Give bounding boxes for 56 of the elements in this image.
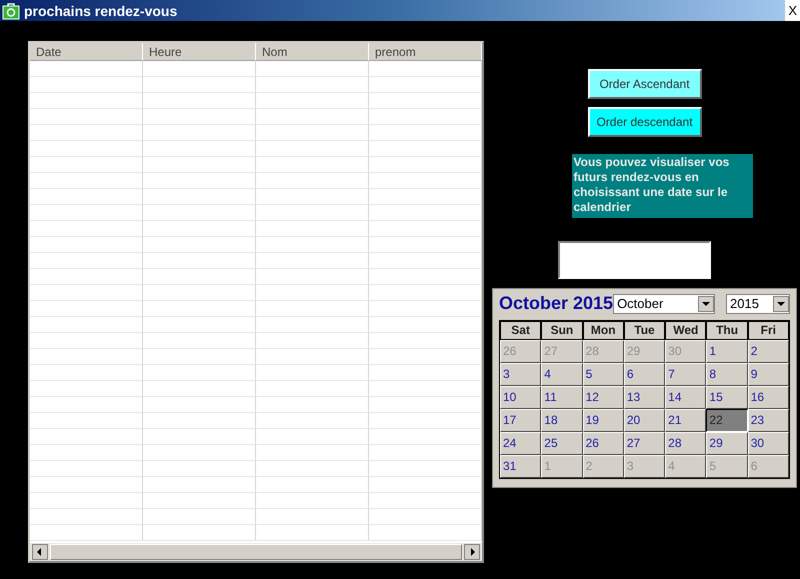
weekday-header: Sat [500,321,542,340]
calendar-day[interactable]: 28 [665,432,706,455]
calendar-day[interactable]: 8 [706,363,748,386]
column-header[interactable]: prenom [369,43,482,61]
scroll-right-icon[interactable] [464,544,480,560]
weekday-header: Tue [624,321,666,340]
calendar-day[interactable]: 4 [541,363,583,386]
weekday-header: Wed [665,321,706,340]
window-title: prochains rendez-vous [24,2,178,18]
calendar-day[interactable]: 5 [582,363,624,386]
calendar-day[interactable]: 25 [541,432,583,455]
calendar-day[interactable]: 29 [706,432,748,455]
weekday-header: Sun [541,321,583,340]
weekday-header: Fri [748,321,789,340]
calendar-day[interactable]: 20 [624,409,666,432]
calendar-day[interactable]: 6 [624,363,666,386]
order-button[interactable]: Order Ascendant [588,69,702,99]
calendar-day[interactable]: 14 [665,386,706,409]
year-dropdown[interactable]: 2015 [726,294,790,314]
calendar-day[interactable]: 16 [748,386,789,409]
calendar-day[interactable]: 12 [582,386,624,409]
calendar-day[interactable]: 17 [500,409,542,432]
calendar-day[interactable]: 19 [582,409,624,432]
bag-icon [2,2,20,20]
info-text: Vous pouvez visualiser vos futurs rendez-vous en choisissant une date sur le calendrier [572,154,752,218]
scroll-left-icon[interactable] [32,544,48,560]
calendar-day[interactable]: 11 [541,386,583,409]
calendar-day[interactable]: 31 [500,455,542,478]
calendar-day[interactable]: 22 [706,409,748,432]
calendar-day[interactable]: 7 [665,363,706,386]
calendar-day[interactable]: 26 [582,432,624,455]
calendar-day[interactable]: 9 [748,363,789,386]
calendar-day[interactable]: 27 [624,432,666,455]
close-button[interactable]: X [785,0,800,21]
calendar-day[interactable]: 3 [500,363,542,386]
column-header[interactable]: Heure [143,43,256,61]
calendar-day[interactable]: 10 [500,386,542,409]
calendar-day[interactable]: 23 [748,409,789,432]
column-header[interactable]: Date [30,43,143,61]
weekday-header: Mon [582,321,624,340]
horizontal-scrollbar[interactable] [30,543,482,561]
calendar-day[interactable]: 24 [500,432,542,455]
weekday-header: Thu [706,321,748,340]
date-input[interactable] [558,241,711,279]
column-header[interactable]: Nom [256,43,369,61]
calendar-day[interactable]: 18 [541,409,583,432]
calendar-day[interactable]: 30 [748,432,789,455]
month-dropdown[interactable]: October [613,294,716,314]
calendar-day[interactable]: 13 [624,386,666,409]
scroll-thumb[interactable] [50,544,462,560]
calendar-day[interactable]: 21 [665,409,706,432]
calendar-day[interactable]: 1 [706,340,748,363]
order-button[interactable]: Order descendant [588,107,702,137]
calendar-day[interactable]: 2 [748,340,789,363]
calendar-title: October 2015 [499,293,614,314]
calendar-day[interactable]: 15 [706,386,748,409]
